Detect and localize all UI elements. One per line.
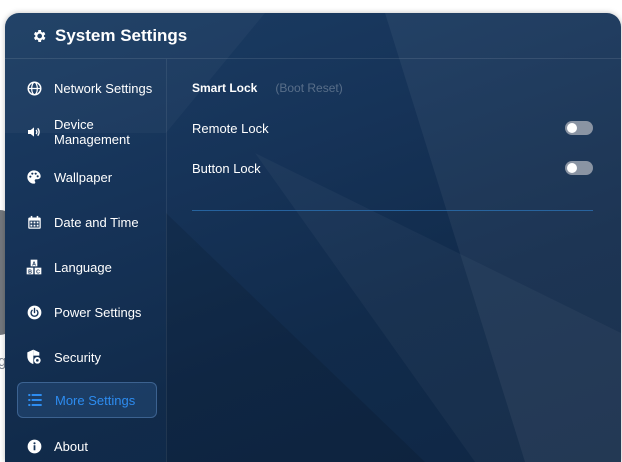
svg-text:C: C: [36, 269, 40, 275]
remote-lock-toggle[interactable]: [565, 121, 593, 135]
globe-icon: [26, 80, 42, 96]
sidebar-item-more-settings[interactable]: More Settings: [17, 382, 157, 418]
setting-label: Remote Lock: [192, 120, 269, 136]
sidebar-item-security[interactable]: Security: [17, 340, 155, 374]
gear-icon: [33, 29, 46, 42]
power-icon: [26, 304, 42, 320]
sidebar-item-network-settings[interactable]: Network Settings: [17, 71, 155, 105]
toggle-knob: [567, 163, 577, 173]
sidebar-item-label: Power Settings: [54, 304, 142, 320]
sidebar-item-label: More Settings: [55, 392, 136, 408]
sidebar-item-label: Device Management: [54, 117, 130, 147]
window-header: System Settings: [5, 13, 621, 59]
language-icon: ABC: [26, 259, 42, 275]
sidebar-item-wallpaper[interactable]: Wallpaper: [17, 160, 155, 194]
tab-smart-lock[interactable]: Smart Lock: [192, 81, 257, 95]
content-tabs: Smart Lock (Boot Reset): [192, 81, 343, 95]
sidebar-item-device-management[interactable]: Device Management: [17, 114, 155, 150]
svg-text:A: A: [32, 261, 36, 267]
sidebar-item-language[interactable]: ABC Language: [17, 250, 155, 284]
sidebar-item-about[interactable]: About: [17, 429, 155, 462]
svg-text:B: B: [28, 269, 32, 275]
setting-label: Button Lock: [192, 160, 261, 176]
sidebar-item-label: About: [54, 438, 88, 454]
sidebar-item-label: Wallpaper: [54, 169, 113, 185]
sidebar-item-label: Network Settings: [54, 80, 153, 96]
sidebar-item-label: Security: [54, 349, 101, 365]
setting-row-remote-lock: Remote Lock: [192, 118, 593, 138]
sidebar-item-date-and-time[interactable]: Date and Time: [17, 205, 155, 239]
shield-gear-icon: [26, 349, 42, 365]
sidebar: Network Settings Device Management Wallpa…: [5, 59, 167, 462]
sidebar-item-label: Date and Time: [54, 214, 139, 230]
setting-row-button-lock: Button Lock: [192, 158, 593, 178]
sidebar-item-power-settings[interactable]: Power Settings: [17, 295, 155, 329]
speaker-icon: [26, 124, 42, 140]
settings-window: System Settings Network Settings Device M…: [5, 13, 621, 462]
content-panel: Smart Lock (Boot Reset) Remote Lock Butt…: [192, 59, 593, 462]
palette-icon: [26, 169, 42, 185]
sidebar-item-label: Language: [54, 259, 112, 275]
toggle-knob: [567, 123, 577, 133]
tab-boot-reset[interactable]: (Boot Reset): [275, 81, 342, 95]
list-icon: [27, 392, 43, 408]
section-divider: [192, 210, 593, 211]
button-lock-toggle[interactable]: [565, 161, 593, 175]
info-icon: [26, 438, 42, 454]
window-title: System Settings: [55, 25, 188, 45]
calendar-icon: [26, 214, 42, 230]
